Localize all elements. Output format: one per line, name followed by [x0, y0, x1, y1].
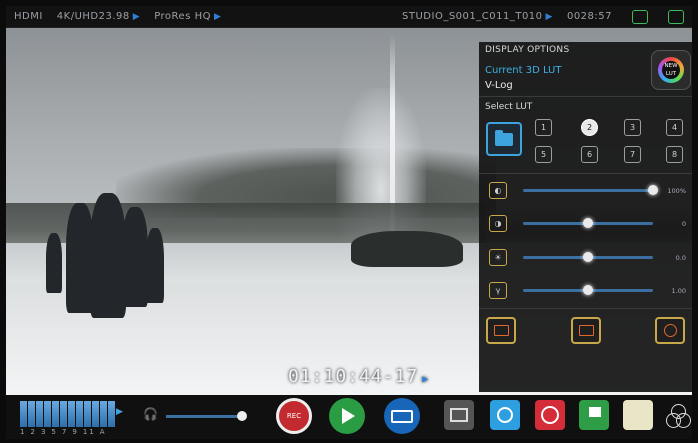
- color-wheel-icon: NEW LUT: [658, 57, 684, 83]
- divider: [479, 173, 692, 174]
- new-lut-button[interactable]: NEW LUT: [651, 50, 691, 90]
- gamma-slider[interactable]: [523, 285, 653, 295]
- monitor-output-button[interactable]: [486, 317, 516, 344]
- brightness-value: 100%: [667, 187, 686, 195]
- folder-icon: [495, 129, 513, 146]
- lut-slot-1[interactable]: 1: [535, 119, 552, 136]
- gamma-icon: γ: [489, 282, 507, 299]
- lut-slot-2[interactable]: 2: [581, 119, 598, 136]
- reset-icon: [663, 324, 677, 337]
- lut-slot-6[interactable]: 6: [581, 146, 598, 163]
- record-button[interactable]: REC: [276, 398, 312, 434]
- slider-knob[interactable]: [583, 218, 593, 228]
- current-lut-value: V-Log: [485, 80, 513, 91]
- audio-channel-labels: 1 2 3 5 7 9 11 A: [20, 428, 107, 436]
- focus-peaking-button[interactable]: [490, 400, 520, 430]
- monitor-screen: HDMI 4K/UHD23.98 ▶ ProRes HQ ▶ STUDIO_S001…: [0, 0, 698, 443]
- power-icon: [668, 9, 684, 24]
- bottom-toolbar: 1 2 3 5 7 9 11 A ▶ 🎧 REC: [6, 395, 692, 439]
- screen-icon: [578, 325, 594, 336]
- record-output-button[interactable]: [571, 317, 601, 344]
- lut-slot-4[interactable]: 4: [666, 119, 683, 136]
- focus-icon: [497, 407, 513, 423]
- exposure-slider[interactable]: [523, 252, 653, 262]
- disk-remaining: 0028:57: [566, 11, 612, 22]
- clip-name[interactable]: STUDIO_S001_C011_T010 ▶: [402, 11, 553, 22]
- resolution-setting[interactable]: 4K/UHD23.98 ▶: [57, 11, 140, 22]
- lut-slot-5[interactable]: 5: [535, 146, 552, 163]
- display-options-panel: DISPLAY OPTIONS Current 3D LUT V-Log NEW…: [479, 42, 692, 392]
- brightness-icon: ◐: [489, 182, 507, 199]
- waveform-button[interactable]: [623, 400, 653, 430]
- brightness-slider[interactable]: [523, 185, 658, 195]
- contrast-value: 0: [681, 220, 686, 228]
- codec-setting[interactable]: ProRes HQ ▶: [154, 11, 221, 22]
- contrast-slider[interactable]: [523, 218, 653, 228]
- headphones-icon: 🎧: [143, 407, 158, 421]
- chevron-right-icon[interactable]: ▶: [116, 407, 123, 417]
- chevron-right-icon: ▶: [132, 12, 141, 22]
- chevron-right-icon: ▶: [422, 374, 430, 385]
- slider-knob[interactable]: [583, 285, 593, 295]
- crosshair-icon: [541, 406, 559, 424]
- audio-meter[interactable]: [20, 401, 115, 427]
- rgb-rings-icon[interactable]: [666, 404, 691, 428]
- scene-people: [46, 193, 176, 323]
- contrast-icon: ◑: [489, 215, 507, 232]
- chevron-right-icon: ▶: [545, 12, 553, 22]
- lut-slot-8[interactable]: 8: [666, 146, 683, 163]
- exposure-icon: ☀: [489, 249, 507, 266]
- status-bar: HDMI 4K/UHD23.98 ▶ ProRes HQ ▶ STUDIO_S001…: [6, 6, 692, 28]
- select-lut-label: Select LUT: [485, 102, 533, 112]
- display-icon: [450, 408, 468, 422]
- lut-folder-button[interactable]: [486, 122, 522, 156]
- monitor-icon: [391, 409, 413, 423]
- lut-slot-7[interactable]: 7: [624, 146, 641, 163]
- input-source[interactable]: HDMI: [14, 11, 43, 22]
- slider-knob[interactable]: [583, 252, 593, 262]
- scene-rock: [351, 231, 463, 267]
- exposure-value: 0.0: [675, 254, 686, 262]
- reset-button[interactable]: [655, 317, 685, 344]
- panel-title: DISPLAY OPTIONS: [485, 45, 570, 55]
- current-lut-label: Current 3D LUT: [485, 65, 562, 76]
- divider: [479, 96, 692, 97]
- battery-icon: [632, 9, 648, 24]
- flag-button[interactable]: [579, 400, 609, 430]
- crosshair-button[interactable]: [535, 400, 565, 430]
- flag-icon: [589, 407, 601, 417]
- monitor-icon: [493, 325, 509, 336]
- gamma-value: 1.00: [671, 287, 686, 295]
- play-button[interactable]: [329, 398, 365, 434]
- monitor-mode-button[interactable]: [384, 398, 420, 434]
- timecode-display: 01:10:44-17 ▶: [288, 366, 430, 387]
- lut-slot-3[interactable]: 3: [624, 119, 641, 136]
- divider: [479, 308, 692, 309]
- slider-knob[interactable]: [237, 411, 247, 421]
- slider-knob[interactable]: [648, 185, 658, 195]
- chevron-right-icon: ▶: [213, 12, 222, 22]
- display-menu-button[interactable]: [444, 400, 474, 430]
- volume-slider[interactable]: [166, 411, 247, 421]
